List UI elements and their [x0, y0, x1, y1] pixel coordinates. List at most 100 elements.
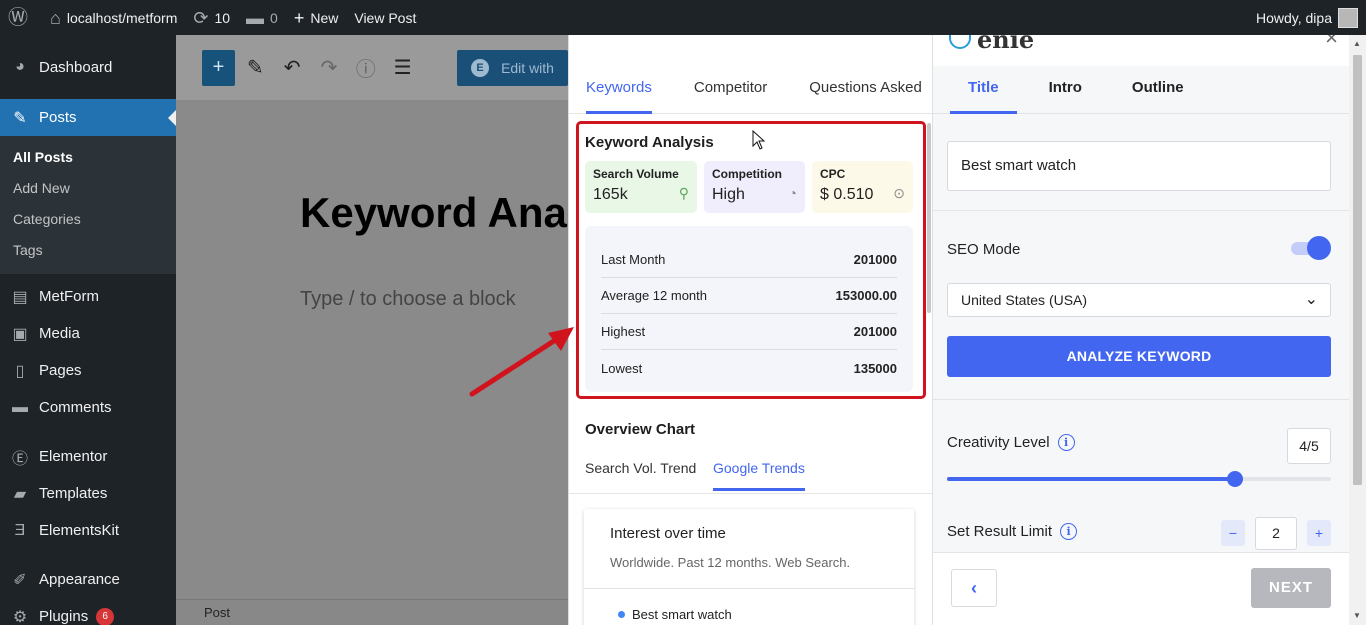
post-title[interactable]: Keyword Analy [300, 189, 568, 237]
sidebar-item-templates[interactable]: ▰ Templates [0, 475, 176, 512]
avatar[interactable] [1338, 7, 1358, 28]
scroll-down-icon[interactable]: ▼ [1353, 611, 1361, 620]
redo-icon[interactable]: ↷ [313, 50, 346, 86]
sidebar-item-dashboard[interactable]: ◕ Dashboard [0, 35, 176, 99]
result-limit-label: Set Result Limit i [947, 523, 1078, 540]
cpc-card: CPC $ 0.510 ⊙ [812, 161, 913, 213]
elementor-icon: E [471, 58, 490, 77]
result-limit-input[interactable]: 2 [1255, 517, 1297, 550]
google-trends-card: Interest over time Worldwide. Past 12 mo… [584, 509, 914, 625]
divider [584, 588, 914, 589]
coin-icon: ⊙ [893, 185, 905, 201]
keywords-tabs: Keywords Competitor Questions Asked [569, 35, 932, 114]
window-scrollbar[interactable]: ▲ ▼ [1349, 35, 1366, 625]
sidebar-item-pages[interactable]: ▯ Pages [0, 352, 176, 389]
tab-search-vol-trend[interactable]: Search Vol. Trend [585, 460, 696, 476]
sidebar-item-elementskit[interactable]: Ǝ ElementsKit [0, 512, 176, 549]
analyze-keyword-button[interactable]: ANALYZE KEYWORD [947, 336, 1331, 377]
comments-icon: ▬ [12, 398, 28, 416]
submenu-all-posts[interactable]: All Posts [0, 142, 176, 173]
stat-label: Lowest [601, 360, 643, 376]
title-keyword-input[interactable]: Best smart watch [947, 141, 1331, 191]
plugin-icon: ⚙ [12, 608, 28, 625]
stat-value: 153000.00 [835, 288, 897, 303]
tab-intro[interactable]: Intro [1031, 79, 1100, 113]
site-name-link[interactable]: ⌂ localhost/metform [42, 0, 185, 35]
comment-icon: ▬ [246, 7, 265, 28]
updates-link[interactable]: ⟳ 10 [185, 0, 238, 35]
stat-label: Average 12 month [601, 288, 707, 303]
stat-row: Last Month 201000 [601, 242, 897, 278]
tab-questions-asked[interactable]: Questions Asked [809, 79, 922, 113]
next-button[interactable]: NEXT [1251, 568, 1331, 608]
gauge-icon: ◔ [788, 185, 797, 201]
decrement-button[interactable]: − [1221, 520, 1245, 546]
mouse-cursor-icon [752, 129, 766, 150]
sidebar-item-appearance[interactable]: ✐ Appearance [0, 561, 176, 598]
pages-icon: ▯ [15, 362, 25, 380]
wp-logo-icon[interactable]: Ⓦ [0, 0, 42, 35]
admin-sidebar: ◕ Dashboard ✎ Posts All Posts Add New Cate… [0, 35, 176, 625]
list-view-icon[interactable]: ☰ [386, 50, 419, 86]
sidebar-item-metform[interactable]: ▤ MetForm [0, 278, 176, 315]
tab-title[interactable]: Title [950, 79, 1017, 114]
sidebar-item-elementor[interactable]: Ⓔ Elementor [0, 438, 176, 475]
increment-button[interactable]: + [1307, 520, 1331, 546]
tab-competitor[interactable]: Competitor [694, 79, 767, 113]
info-icon[interactable]: i [1060, 523, 1078, 540]
tab-google-trends[interactable]: Google Trends [713, 460, 805, 491]
info-icon[interactable]: i [1057, 434, 1075, 451]
cpc-value: $ 0.510 [820, 186, 874, 203]
submenu-add-new[interactable]: Add New [0, 173, 176, 204]
block-placeholder[interactable]: Type / to choose a block [300, 288, 516, 311]
sidebar-item-media[interactable]: ▣ Media [0, 315, 176, 352]
country-select[interactable]: United States (USA) ⌄ [947, 283, 1331, 317]
add-block-button[interactable]: + [202, 49, 235, 86]
tab-outline[interactable]: Outline [1114, 79, 1202, 113]
editor-toolbar: + ✎ ↶ ↷ ⓘ ☰ E Edit with [176, 35, 568, 101]
genie-panel: enie × Title Intro Outline Best smart wa… [932, 35, 1366, 625]
legend-label: Best smart watch [632, 607, 732, 622]
genie-logo: enie [977, 35, 1035, 54]
undo-icon[interactable]: ↶ [276, 50, 309, 86]
stat-row: Average 12 month 153000.00 [601, 278, 897, 314]
pencil-icon[interactable]: ✎ [239, 50, 272, 86]
howdy-user[interactable]: Howdy, dipa [1256, 10, 1332, 26]
new-content-link[interactable]: + New [286, 0, 347, 35]
sidebar-item-plugins[interactable]: ⚙ Plugins 6 [0, 598, 176, 625]
info-icon[interactable]: ⓘ [349, 50, 382, 86]
folder-icon: ▰ [13, 485, 27, 503]
divider [933, 399, 1363, 400]
sidebar-item-posts[interactable]: ✎ Posts [0, 99, 176, 136]
creativity-slider[interactable] [947, 471, 1331, 487]
edit-with-elementor-button[interactable]: E Edit with [457, 49, 568, 86]
back-button[interactable]: ‹ [951, 569, 997, 607]
genie-header: enie × [933, 35, 1366, 66]
search-icon: ⚲ [678, 185, 689, 201]
metform-icon: ▤ [12, 288, 28, 306]
slider-thumb[interactable] [1227, 471, 1243, 487]
stat-row: Lowest 135000 [601, 350, 897, 386]
panel-scrollbar[interactable] [927, 123, 931, 313]
submenu-tags[interactable]: Tags [0, 235, 176, 266]
scrollbar-thumb[interactable] [1353, 55, 1362, 485]
seo-mode-toggle[interactable] [1291, 236, 1331, 260]
overview-tabs: Search Vol. Trend Google Trends [569, 454, 932, 494]
trends-title: Interest over time [610, 525, 726, 542]
stat-row: Highest 201000 [601, 314, 897, 350]
tab-keywords[interactable]: Keywords [586, 79, 652, 114]
scroll-up-icon[interactable]: ▲ [1353, 39, 1361, 48]
genie-logo-icon [949, 35, 971, 49]
editor-breadcrumb[interactable]: Post [176, 599, 568, 625]
elementor-icon: Ⓔ [11, 450, 28, 468]
chevron-down-icon: ⌄ [1304, 291, 1318, 308]
comments-link[interactable]: ▬ 0 [238, 0, 286, 35]
keywords-panel: Keywords Competitor Questions Asked Keyw… [568, 35, 932, 625]
elementskit-icon: Ǝ [14, 521, 26, 539]
close-icon[interactable]: × [1325, 35, 1338, 51]
submenu-categories[interactable]: Categories [0, 204, 176, 235]
overview-chart-title: Overview Chart [585, 421, 696, 438]
sidebar-item-comments[interactable]: ▬ Comments [0, 389, 176, 426]
genie-tabs: Title Intro Outline [933, 66, 1366, 114]
view-post-link[interactable]: View Post [346, 0, 424, 35]
